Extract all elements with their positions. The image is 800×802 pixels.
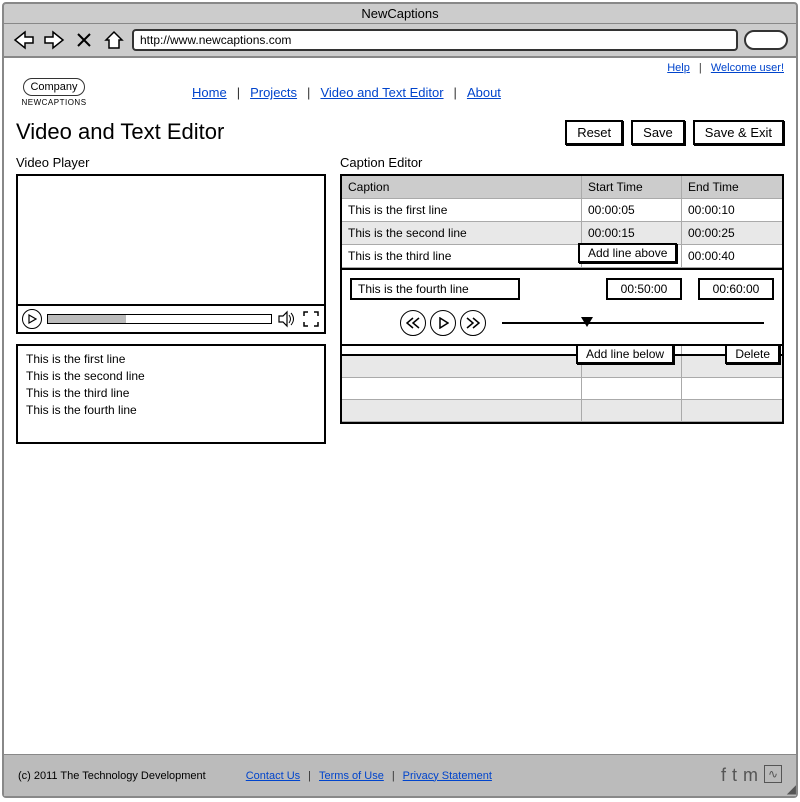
video-label: Video Player [16,155,326,170]
list-item: This is the third line [26,386,316,400]
stop-icon[interactable] [72,28,96,52]
rss-icon[interactable]: ∿ [764,765,782,783]
logo-sub: NEWCAPTIONS [16,98,92,107]
help-link[interactable]: Help [667,62,690,74]
table-header: Caption Start Time End Time [342,176,782,199]
time-slider[interactable] [502,322,764,324]
window-title: NewCaptions [4,4,796,24]
search-oval[interactable] [744,30,788,50]
logo: Company NEWCAPTIONS [16,78,92,107]
play-icon[interactable] [22,309,42,329]
col-end: End Time [682,176,782,198]
delete-button[interactable]: Delete [725,344,780,364]
separator: | [699,62,702,74]
col-start: Start Time [582,176,682,198]
rewind-icon[interactable] [400,310,426,336]
save-button[interactable]: Save [631,120,685,145]
video-canvas[interactable] [18,176,324,304]
nav-projects[interactable]: Projects [250,85,297,100]
logo-company: Company [23,78,84,96]
terms-link[interactable]: Terms of Use [319,770,384,782]
footer: (c) 2011 The Technology Development Cont… [4,754,796,796]
save-exit-button[interactable]: Save & Exit [693,120,784,145]
caption-input[interactable] [350,278,520,300]
table-row[interactable]: This is the third line Add line above 00… [342,245,782,268]
volume-icon[interactable] [277,310,297,328]
home-icon[interactable] [102,28,126,52]
col-caption: Caption [342,176,582,198]
forward-icon[interactable] [42,28,66,52]
caption-table: Caption Start Time End Time This is the … [340,174,784,270]
add-line-above-button[interactable]: Add line above [578,243,677,263]
reset-button[interactable]: Reset [565,120,623,145]
start-time-input[interactable] [606,278,682,300]
contact-link[interactable]: Contact Us [246,770,300,782]
slider-thumb[interactable] [581,317,593,327]
video-player [16,174,326,334]
url-input[interactable] [132,29,738,51]
copyright: (c) 2011 The Technology Development [18,770,206,782]
add-line-below-button[interactable]: Add line below [576,344,674,364]
list-item: This is the fourth line [26,403,316,417]
fast-forward-icon[interactable] [460,310,486,336]
play-icon[interactable] [430,310,456,336]
caption-preview-list: This is the first line This is the secon… [16,344,326,444]
end-time-input[interactable] [698,278,774,300]
list-item: This is the first line [26,352,316,366]
page-title: Video and Text Editor [16,119,224,145]
facebook-icon[interactable]: f [721,765,726,786]
nav-about[interactable]: About [467,85,501,100]
video-progress[interactable] [47,314,272,324]
privacy-link[interactable]: Privacy Statement [403,770,492,782]
empty-rows [340,356,784,424]
table-row[interactable]: This is the first line 00:00:05 00:00:10 [342,199,782,222]
book-icon[interactable]: m [743,765,758,786]
fullscreen-icon[interactable] [302,310,320,328]
list-item: This is the second line [26,369,316,383]
below-action-row: Add line below Delete [340,346,784,356]
caption-editor-label: Caption Editor [340,155,784,170]
nav-home[interactable]: Home [192,85,227,100]
table-row[interactable]: This is the second line 00:00:15 00:00:2… [342,222,782,245]
resize-grip-icon[interactable]: ◢ [787,782,796,796]
nav-editor[interactable]: Video and Text Editor [320,85,443,100]
welcome-link[interactable]: Welcome user! [711,62,784,74]
twitter-icon[interactable]: t [732,765,737,786]
edit-panel [340,270,784,346]
back-icon[interactable] [12,28,36,52]
